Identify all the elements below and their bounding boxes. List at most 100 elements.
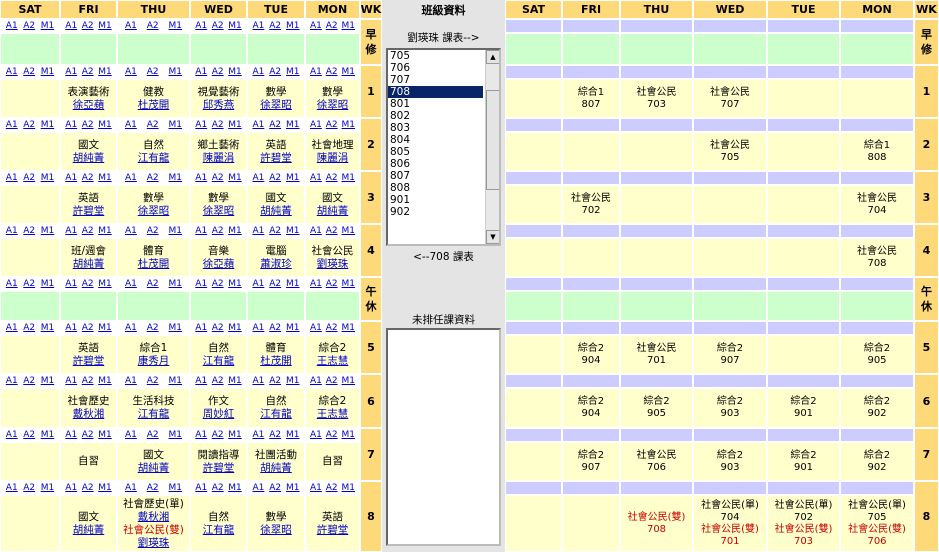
link-m1[interactable]: M1: [228, 430, 242, 440]
link-m1[interactable]: M1: [342, 279, 356, 289]
link-a2[interactable]: A2: [23, 21, 35, 31]
link-m1[interactable]: M1: [98, 483, 112, 493]
teacher-link[interactable]: 徐翠昭: [138, 205, 170, 218]
class-option[interactable]: 808: [388, 182, 483, 194]
link-a1[interactable]: A1: [6, 430, 18, 440]
link-a1[interactable]: A1: [252, 430, 264, 440]
link-a2[interactable]: A2: [269, 376, 281, 386]
link-m1[interactable]: M1: [98, 21, 112, 31]
link-a2[interactable]: A2: [326, 323, 338, 333]
link-a1[interactable]: A1: [65, 376, 77, 386]
teacher-link[interactable]: 江有龍: [203, 355, 235, 368]
link-a2[interactable]: A2: [212, 21, 224, 31]
link-a1[interactable]: A1: [195, 226, 207, 236]
link-m1[interactable]: M1: [286, 376, 300, 386]
class-option[interactable]: 901: [388, 194, 483, 206]
link-m1[interactable]: M1: [342, 483, 356, 493]
link-m1[interactable]: M1: [228, 279, 242, 289]
link-a1[interactable]: A1: [310, 21, 322, 31]
teacher-link[interactable]: 劉瑛珠: [138, 537, 170, 550]
link-a1[interactable]: A1: [310, 120, 322, 130]
link-m1[interactable]: M1: [342, 120, 356, 130]
link-a2[interactable]: A2: [269, 279, 281, 289]
class-option[interactable]: 705: [388, 50, 483, 62]
teacher-link[interactable]: 胡純菁: [138, 462, 170, 475]
link-m1[interactable]: M1: [286, 483, 300, 493]
scroll-down-button[interactable]: ▼: [486, 230, 499, 244]
link-m1[interactable]: M1: [342, 226, 356, 236]
link-a1[interactable]: A1: [310, 323, 322, 333]
link-a1[interactable]: A1: [65, 323, 77, 333]
link-a1[interactable]: A1: [6, 483, 18, 493]
teacher-link[interactable]: 康秀月: [138, 355, 170, 368]
link-m1[interactable]: M1: [41, 226, 55, 236]
link-m1[interactable]: M1: [98, 323, 112, 333]
class-listbox[interactable]: 705 706 707 708 801 802 803 804 805 806 807 808 901 9…: [386, 48, 501, 246]
class-option[interactable]: 807: [388, 170, 483, 182]
link-a1[interactable]: A1: [6, 120, 18, 130]
class-option[interactable]: 803: [388, 122, 483, 134]
link-a2[interactable]: A2: [82, 21, 94, 31]
teacher-link[interactable]: 江有龍: [138, 152, 170, 165]
link-a1[interactable]: A1: [125, 430, 137, 440]
class-option[interactable]: 805: [388, 146, 483, 158]
link-m1[interactable]: M1: [169, 483, 183, 493]
link-a2[interactable]: A2: [82, 120, 94, 130]
link-a2[interactable]: A2: [212, 226, 224, 236]
link-a1[interactable]: A1: [252, 483, 264, 493]
link-m1[interactable]: M1: [286, 430, 300, 440]
teacher-link[interactable]: 胡純菁: [73, 152, 105, 165]
link-a2[interactable]: A2: [212, 67, 224, 77]
link-a2[interactable]: A2: [82, 376, 94, 386]
link-a1[interactable]: A1: [195, 67, 207, 77]
link-a2[interactable]: A2: [147, 173, 159, 183]
link-a2[interactable]: A2: [147, 430, 159, 440]
teacher-link[interactable]: 周妙紅: [203, 408, 235, 421]
link-a1[interactable]: A1: [6, 376, 18, 386]
link-a1[interactable]: A1: [252, 323, 264, 333]
teacher-link[interactable]: 江有龍: [138, 408, 170, 421]
link-a1[interactable]: A1: [6, 226, 18, 236]
teacher-link[interactable]: 許碧堂: [317, 524, 349, 537]
link-m1[interactable]: M1: [41, 323, 55, 333]
link-a2[interactable]: A2: [212, 173, 224, 183]
link-a1[interactable]: A1: [310, 173, 322, 183]
teacher-link[interactable]: 胡純菁: [260, 205, 292, 218]
link-m1[interactable]: M1: [286, 120, 300, 130]
teacher-link[interactable]: 杜茂開: [138, 258, 170, 271]
link-m1[interactable]: M1: [228, 483, 242, 493]
link-a1[interactable]: A1: [195, 376, 207, 386]
link-a2[interactable]: A2: [23, 430, 35, 440]
link-m1[interactable]: M1: [286, 21, 300, 31]
teacher-link[interactable]: 陳麗涓: [317, 152, 349, 165]
link-m1[interactable]: M1: [169, 67, 183, 77]
link-m1[interactable]: M1: [228, 323, 242, 333]
link-a1[interactable]: A1: [65, 226, 77, 236]
link-m1[interactable]: M1: [41, 376, 55, 386]
link-a2[interactable]: A2: [269, 120, 281, 130]
link-a1[interactable]: A1: [6, 67, 18, 77]
teacher-link[interactable]: 徐翠昭: [260, 524, 292, 537]
teacher-link[interactable]: 許碧堂: [73, 355, 105, 368]
link-a2[interactable]: A2: [326, 430, 338, 440]
link-m1[interactable]: M1: [342, 430, 356, 440]
link-m1[interactable]: M1: [286, 67, 300, 77]
teacher-link[interactable]: 胡純菁: [73, 524, 105, 537]
link-a1[interactable]: A1: [252, 279, 264, 289]
link-a1[interactable]: A1: [65, 173, 77, 183]
link-a2[interactable]: A2: [212, 376, 224, 386]
link-m1[interactable]: M1: [169, 226, 183, 236]
link-m1[interactable]: M1: [98, 173, 112, 183]
link-a2[interactable]: A2: [326, 173, 338, 183]
link-m1[interactable]: M1: [169, 376, 183, 386]
link-a2[interactable]: A2: [23, 376, 35, 386]
scroll-thumb[interactable]: [486, 90, 499, 190]
link-a1[interactable]: A1: [6, 323, 18, 333]
link-a2[interactable]: A2: [147, 21, 159, 31]
link-a2[interactable]: A2: [326, 226, 338, 236]
link-m1[interactable]: M1: [98, 120, 112, 130]
link-a2[interactable]: A2: [326, 376, 338, 386]
link-a1[interactable]: A1: [125, 120, 137, 130]
link-a1[interactable]: A1: [195, 279, 207, 289]
teacher-link[interactable]: 許碧堂: [203, 462, 235, 475]
